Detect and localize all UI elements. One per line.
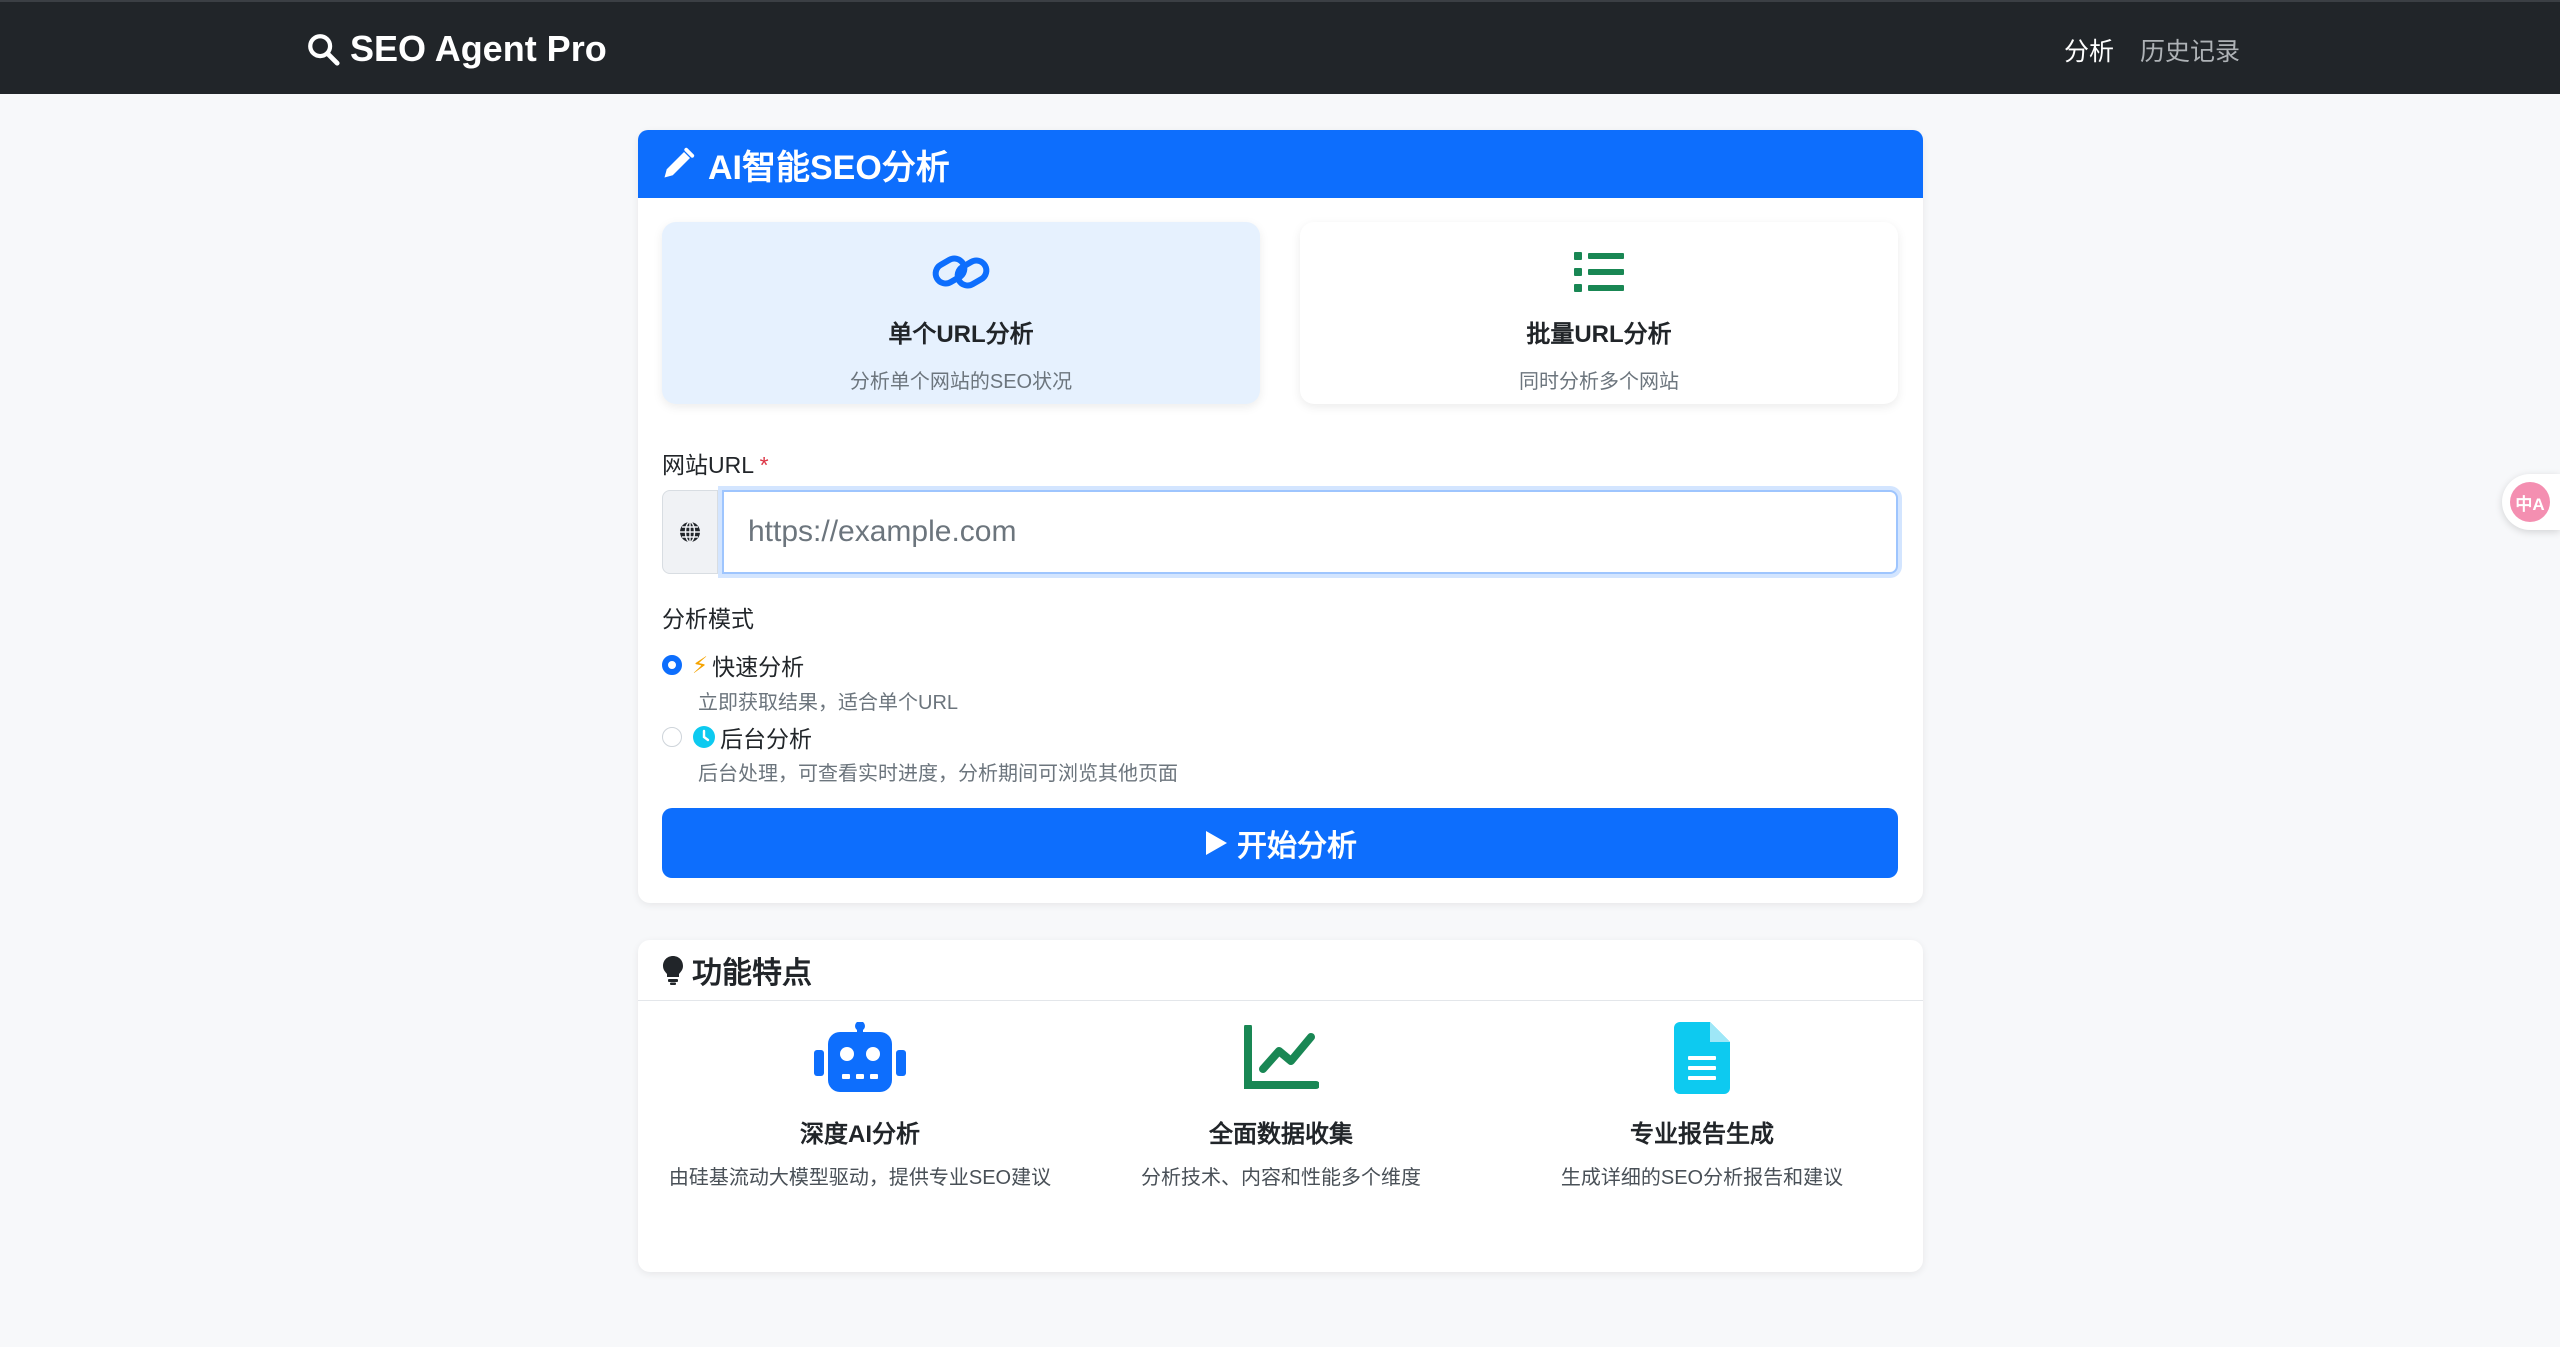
mode-single-title: 单个URL分析: [888, 321, 1034, 348]
mode-batch-title: 批量URL分析: [1526, 321, 1672, 348]
mode-single-url[interactable]: 单个URL分析 分析单个网站的SEO状况: [662, 222, 1260, 404]
clock-icon: [693, 726, 715, 748]
navbar: SEO Agent Pro 分析 历史记录: [0, 0, 2560, 94]
features-title: 功能特点: [692, 957, 812, 990]
feature-data-collection-title: 全面数据收集: [1209, 1121, 1353, 1148]
brand-title: SEO Agent Pro: [350, 28, 607, 69]
url-input-group: [662, 490, 1898, 574]
radio-quick-analysis[interactable]: ⚡ 快速分析: [662, 648, 804, 682]
radio-quick[interactable]: [662, 655, 682, 675]
lightning-icon: ⚡: [692, 651, 709, 678]
url-input[interactable]: [722, 490, 1898, 574]
brand-link[interactable]: SEO Agent Pro: [306, 28, 607, 70]
start-analysis-button[interactable]: 开始分析: [662, 808, 1898, 878]
search-icon: [308, 34, 340, 66]
play-icon: [1206, 831, 1227, 855]
globe-icon: [680, 521, 700, 543]
features-header: 功能特点: [638, 940, 1923, 1001]
quick-analysis-help: 立即获取结果，适合单个URL: [698, 692, 959, 714]
feature-data-collection: 全面数据收集 分析技术、内容和性能多个维度: [1081, 1022, 1481, 1194]
lightbulb-icon: [663, 956, 683, 985]
document-icon: [1674, 1022, 1730, 1094]
translate-float-button[interactable]: 中A: [2502, 474, 2560, 530]
required-mark: *: [759, 452, 769, 478]
feature-report-desc: 生成详细的SEO分析报告和建议: [1560, 1167, 1844, 1189]
list-icon: [1574, 252, 1624, 292]
nav-history[interactable]: 历史记录: [2140, 32, 2240, 68]
quick-analysis-label: 快速分析: [712, 654, 805, 680]
background-analysis-label: 后台分析: [720, 726, 812, 752]
link-icon: [932, 255, 990, 289]
mode-single-desc: 分析单个网站的SEO状况: [849, 371, 1073, 393]
radio-background[interactable]: [662, 727, 682, 747]
mode-batch-url[interactable]: 批量URL分析 同时分析多个网站: [1300, 222, 1898, 404]
radio-background-analysis[interactable]: 后台分析: [662, 720, 812, 754]
start-analysis-label: 开始分析: [1237, 830, 1357, 863]
feature-report-title: 专业报告生成: [1630, 1121, 1774, 1148]
analysis-card: AI智能SEO分析 单个URL分析 分析单个网站的SEO状况 批量URL分析 同…: [638, 130, 1923, 903]
feature-deep-ai-title: 深度AI分析: [800, 1121, 920, 1148]
analysis-mode-label: 分析模式: [662, 606, 754, 632]
url-label: 网站URL *: [662, 452, 769, 478]
url-addon: [662, 490, 718, 574]
background-analysis-help: 后台处理，可查看实时进度，分析期间可浏览其他页面: [698, 763, 1178, 785]
analysis-card-title: AI智能SEO分析: [708, 148, 950, 187]
translate-icon: 中A: [2510, 482, 2550, 522]
nav-analysis[interactable]: 分析: [2064, 32, 2114, 68]
feature-report: 专业报告生成 生成详细的SEO分析报告和建议: [1502, 1022, 1902, 1194]
chart-line-icon: [1244, 1025, 1319, 1089]
pencil-icon: [664, 147, 695, 178]
mode-batch-desc: 同时分析多个网站: [1519, 371, 1679, 393]
robot-icon: [814, 1022, 906, 1092]
feature-data-collection-desc: 分析技术、内容和性能多个维度: [1141, 1167, 1421, 1189]
feature-deep-ai: 深度AI分析 由硅基流动大模型驱动，提供专业SEO建议: [660, 1022, 1060, 1194]
features-card: 功能特点 深度AI分析 由硅基流动大模型驱动，提供专业SEO建议 全面数据收集 …: [638, 940, 1923, 1272]
feature-deep-ai-desc: 由硅基流动大模型驱动，提供专业SEO建议: [668, 1167, 1052, 1189]
analysis-card-header: AI智能SEO分析: [638, 130, 1923, 198]
